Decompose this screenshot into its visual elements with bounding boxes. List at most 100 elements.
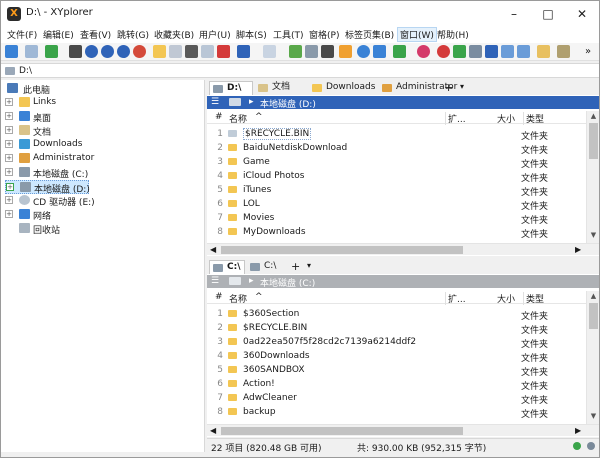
pane2-vertical-scrollbar[interactable]: ▲ ▼ bbox=[586, 291, 599, 424]
address-bar[interactable]: D:\ bbox=[1, 63, 599, 78]
table-row[interactable]: 1 $360Section 文件夹 bbox=[207, 307, 583, 322]
menu-favorites[interactable]: 收藏夹(B) bbox=[154, 28, 194, 41]
tab-documents[interactable]: 文档 bbox=[255, 81, 307, 95]
expand-icon[interactable]: + bbox=[5, 168, 13, 176]
table-row[interactable]: 4 360Downloads 文件夹 bbox=[207, 349, 583, 364]
menu-lines-icon[interactable]: ☰ bbox=[211, 277, 219, 286]
tree-item-documents[interactable]: + 文档 bbox=[5, 124, 195, 138]
scroll-down-icon[interactable]: ▼ bbox=[587, 231, 600, 239]
expand-icon[interactable]: + bbox=[5, 154, 13, 162]
scrollbar-thumb[interactable] bbox=[221, 246, 463, 254]
table-row[interactable]: 5 360SANDBOX 文件夹 bbox=[207, 363, 583, 378]
pane1-breadcrumb[interactable]: ☰ ▸ 本地磁盘 (D:) bbox=[207, 96, 599, 110]
table-row[interactable]: 3 0ad22ea507f5f28cd2c7139a6214ddf2 文件夹 bbox=[207, 335, 583, 350]
table-row[interactable]: 8 backup 文件夹 bbox=[207, 405, 583, 420]
computer-icon[interactable] bbox=[69, 45, 82, 58]
expand-icon[interactable]: + bbox=[5, 126, 13, 134]
table-row[interactable]: 1 $RECYCLE.BIN 文件夹 bbox=[207, 127, 583, 142]
cut-icon[interactable] bbox=[185, 45, 198, 58]
tab-list-button[interactable]: ▾ bbox=[460, 82, 464, 91]
select-icon[interactable] bbox=[289, 45, 302, 58]
back-icon[interactable] bbox=[5, 45, 18, 58]
vertical-pane-icon[interactable] bbox=[517, 45, 530, 58]
target-red-icon[interactable] bbox=[437, 45, 450, 58]
settings-icon[interactable] bbox=[557, 45, 570, 58]
info-panel-icon[interactable] bbox=[537, 45, 550, 58]
horizontal-pane-icon[interactable] bbox=[501, 45, 514, 58]
paste-icon[interactable] bbox=[201, 45, 214, 58]
table-row[interactable]: 8 MyDownloads 文件夹 bbox=[207, 225, 583, 240]
table-row[interactable]: 2 $RECYCLE.BIN 文件夹 bbox=[207, 321, 583, 336]
menu-tools[interactable]: 工具(T) bbox=[273, 28, 304, 41]
expand-icon[interactable]: + bbox=[5, 112, 13, 120]
column-number[interactable]: # bbox=[215, 112, 223, 122]
column-name[interactable]: 名称 bbox=[229, 292, 247, 305]
up-icon[interactable] bbox=[45, 45, 58, 58]
menu-go[interactable]: 跳转(G) bbox=[117, 28, 149, 41]
tree-icon[interactable] bbox=[453, 45, 466, 58]
tree-item-drive-c[interactable]: + 本地磁盘 (C:) bbox=[5, 166, 195, 180]
maximize-button[interactable]: □ bbox=[531, 1, 565, 27]
tree-item-administrator[interactable]: + Administrator bbox=[5, 152, 195, 166]
tree-item-links[interactable]: + Links bbox=[5, 96, 195, 110]
pane2-breadcrumb[interactable]: ☰ ▸ 本地磁盘 (C:) bbox=[207, 275, 599, 289]
menu-edit[interactable]: 编辑(E) bbox=[43, 28, 74, 41]
pane1-vertical-scrollbar[interactable]: ▲ ▼ bbox=[586, 111, 599, 243]
new-tab-button[interactable]: + bbox=[444, 81, 453, 94]
close-button[interactable]: ✕ bbox=[565, 1, 599, 27]
tree-item-this-pc[interactable]: 此电脑 bbox=[5, 82, 195, 96]
tree-item-desktop[interactable]: + 桌面 bbox=[5, 110, 195, 124]
scroll-right-icon[interactable]: ▶ bbox=[575, 426, 581, 435]
search-circle-icon[interactable] bbox=[117, 45, 130, 58]
expand-icon[interactable]: + bbox=[5, 140, 13, 148]
expand-icon[interactable]: + bbox=[6, 183, 14, 191]
menu-view[interactable]: 查看(V) bbox=[80, 28, 111, 41]
list-icon[interactable] bbox=[321, 45, 334, 58]
tree-item-network[interactable]: + 网络 bbox=[5, 208, 195, 222]
find-icon[interactable] bbox=[357, 45, 370, 58]
tree-item-drive-d[interactable]: + 本地磁盘 (D:) bbox=[5, 180, 90, 195]
redo-icon[interactable] bbox=[263, 45, 276, 58]
highlight-icon[interactable] bbox=[339, 45, 352, 58]
checkbox-icon[interactable] bbox=[305, 45, 318, 58]
new-folder-icon[interactable] bbox=[153, 45, 166, 58]
column-type[interactable]: 类型 bbox=[523, 292, 544, 305]
pane1-horizontal-scrollbar[interactable]: ◀ ▶ bbox=[207, 243, 599, 255]
menu-window[interactable]: 窗口(W) bbox=[397, 27, 437, 42]
target-icon[interactable] bbox=[85, 45, 98, 58]
tab-drive-c-1[interactable]: C:\ bbox=[209, 260, 245, 274]
refresh-icon[interactable] bbox=[101, 45, 114, 58]
layout-icon[interactable] bbox=[469, 45, 482, 58]
filter-green-icon[interactable] bbox=[393, 45, 406, 58]
table-row[interactable]: 3 Game 文件夹 bbox=[207, 155, 583, 170]
forward-icon[interactable] bbox=[25, 45, 38, 58]
breadcrumb-drive-c[interactable]: 本地磁盘 (C:) bbox=[260, 276, 315, 289]
new-tab-button[interactable]: + bbox=[291, 260, 300, 273]
menu-file[interactable]: 文件(F) bbox=[7, 28, 37, 41]
expand-icon[interactable]: + bbox=[5, 98, 13, 106]
scroll-up-icon[interactable]: ▲ bbox=[587, 292, 600, 300]
stop-icon[interactable] bbox=[133, 45, 146, 58]
menu-lines-icon[interactable]: ☰ bbox=[211, 98, 219, 107]
tab-drive-d[interactable]: D:\ bbox=[209, 81, 253, 95]
tab-list-button[interactable]: ▾ bbox=[307, 261, 311, 270]
tab-drive-c-2[interactable]: C:\ bbox=[247, 260, 287, 274]
minimize-button[interactable]: – bbox=[497, 1, 531, 27]
table-row[interactable]: 6 LOL 文件夹 bbox=[207, 197, 583, 212]
column-extension[interactable]: 扩... bbox=[445, 292, 466, 305]
scroll-down-icon[interactable]: ▼ bbox=[587, 412, 600, 420]
copy-icon[interactable] bbox=[169, 45, 182, 58]
column-name[interactable]: 名称 bbox=[229, 112, 247, 125]
pane2-horizontal-scrollbar[interactable]: ◀ ▶ bbox=[207, 424, 599, 436]
expand-icon[interactable]: + bbox=[5, 196, 13, 204]
scroll-left-icon[interactable]: ◀ bbox=[210, 245, 216, 254]
undo-icon[interactable] bbox=[237, 45, 250, 58]
toolbar-more-icon[interactable]: » bbox=[585, 45, 598, 58]
menu-user[interactable]: 用户(U) bbox=[199, 28, 231, 41]
menu-scripting[interactable]: 脚本(S) bbox=[236, 28, 267, 41]
breadcrumb-drive-d[interactable]: 本地磁盘 (D:) bbox=[260, 97, 316, 110]
tree-item-downloads[interactable]: + Downloads bbox=[5, 138, 195, 152]
menu-panes[interactable]: 窗格(P) bbox=[309, 28, 339, 41]
table-row[interactable]: 7 AdwCleaner 文件夹 bbox=[207, 391, 583, 406]
table-row[interactable]: 5 iTunes 文件夹 bbox=[207, 183, 583, 198]
